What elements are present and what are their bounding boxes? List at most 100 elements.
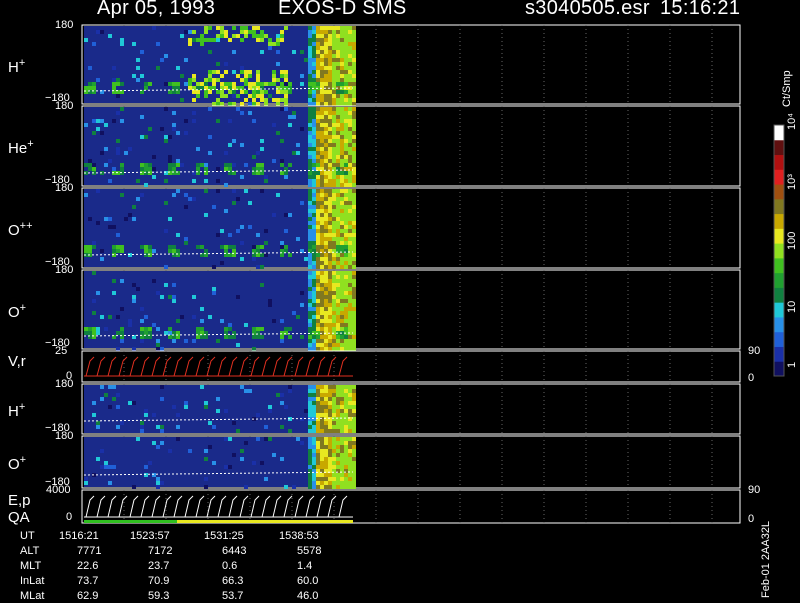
spectrogram-cell (316, 385, 320, 389)
spectrogram-cell (288, 123, 292, 127)
spectrogram-cell (152, 167, 156, 171)
spectrogram-cell (352, 481, 356, 485)
spectrogram-cell (328, 241, 332, 245)
spectrogram-cell (192, 90, 196, 94)
spectrogram-cell (312, 74, 316, 78)
spectrogram-cell (264, 90, 268, 94)
spectrogram-cell (280, 401, 284, 405)
spectrogram-cell (352, 54, 356, 58)
spectrogram-cell (340, 201, 344, 205)
spectrogram-cell (208, 107, 212, 111)
spectrogram-cell (312, 347, 316, 351)
spectrogram-cell (272, 213, 276, 217)
ephemeris-row-label: MLT (20, 560, 42, 572)
spectrogram-cell (308, 123, 312, 127)
colorbar-unit: Ct/Smp (781, 70, 793, 107)
spectrogram-cell (308, 46, 312, 50)
spectrogram-cell (152, 175, 156, 179)
spectrogram-cell (352, 135, 356, 139)
spectrogram-cell (312, 485, 316, 489)
spectrogram-cell (324, 102, 328, 106)
spectrogram-cell (316, 213, 320, 217)
spectrogram-cell (248, 389, 252, 393)
ephemeris-row-label: ALT (20, 545, 40, 557)
spectrogram-cell (200, 335, 204, 339)
spectrogram-cell (308, 225, 312, 229)
spectrogram-cell (328, 159, 332, 163)
spectrogram-cell (308, 401, 312, 405)
spectrogram-cell (348, 429, 352, 433)
spectrogram-cell (308, 449, 312, 453)
spectrogram-cell (312, 271, 316, 275)
spectrogram-cell (192, 197, 196, 201)
spectrogram-cell (352, 163, 356, 167)
spectrogram-cell (204, 213, 208, 217)
spectrogram-cell (312, 393, 316, 397)
spectrogram-cell (312, 213, 316, 217)
spectrogram-cell (328, 385, 332, 389)
spectrogram-cell (320, 70, 324, 74)
ephemeris-row-label: UT (20, 530, 35, 542)
spectrogram-cell (88, 82, 92, 86)
spectrogram-cell (348, 241, 352, 245)
spectrogram-cell (312, 135, 316, 139)
spectrogram-cell (336, 339, 340, 343)
spectrogram-cell (348, 347, 352, 351)
spectrogram-cell (336, 409, 340, 413)
spectrogram-cell (120, 193, 124, 197)
spectrogram-cell (348, 135, 352, 139)
spectrogram-cell (316, 291, 320, 295)
spectrogram-cell (320, 201, 324, 205)
spectrogram-cell (292, 485, 296, 489)
spectrogram-cell (312, 401, 316, 405)
spectrogram-cell (324, 425, 328, 429)
spectrogram-cell (316, 441, 320, 445)
spectrogram-cell (348, 90, 352, 94)
spectrogram-cell (352, 389, 356, 393)
spectrogram-cell (328, 30, 332, 34)
spectrogram-cell (324, 127, 328, 131)
ephemeris-value: 5578 (297, 545, 322, 557)
spectrogram-cell (212, 70, 216, 74)
spectrogram-cell (312, 339, 316, 343)
ephemeris-value: 59.3 (148, 590, 170, 602)
spectrogram-cell (232, 26, 236, 30)
spectrogram-cell (316, 50, 320, 54)
spectrogram-cell (344, 385, 348, 389)
spectrogram-cell (228, 437, 232, 441)
spectrogram-cell (332, 457, 336, 461)
spectrogram-cell (176, 425, 180, 429)
spectrogram-cell (296, 143, 300, 147)
spectrogram-cell (344, 46, 348, 50)
spectrogram-cell (352, 445, 356, 449)
spectrogram-cell (132, 401, 136, 405)
spectrogram-cell (240, 70, 244, 74)
spectrogram-cell (340, 42, 344, 46)
header-time: 15:16:21 (660, 0, 741, 19)
spectrogram-cell (328, 205, 332, 209)
spectrogram-cell (344, 237, 348, 241)
spectrogram-cell (288, 90, 292, 94)
spectrogram-cell (332, 465, 336, 469)
spectrogram-cell (312, 233, 316, 237)
spectrogram-cell (312, 221, 316, 225)
spectrogram-cell (336, 335, 340, 339)
spectrogram-cell (276, 131, 280, 135)
spectrogram-cell (284, 213, 288, 217)
spectrogram-cell (352, 78, 356, 82)
spectrogram-cell (320, 189, 324, 193)
spectrogram-cell (84, 245, 88, 249)
spectrogram-cell (328, 299, 332, 303)
spectrogram-cell (300, 303, 304, 307)
spectrogram-cell (336, 46, 340, 50)
spectrogram-cell (316, 189, 320, 193)
spectrogram-cell (328, 417, 332, 421)
spectrogram-cell (100, 385, 104, 389)
spectrogram-cell (324, 42, 328, 46)
spectrogram-cell (344, 291, 348, 295)
spectrogram-cell (312, 46, 316, 50)
spectrogram-cell (312, 147, 316, 151)
spectrogram-cell (332, 327, 336, 331)
spectrogram-cell (192, 74, 196, 78)
spectrogram-cell (324, 323, 328, 327)
